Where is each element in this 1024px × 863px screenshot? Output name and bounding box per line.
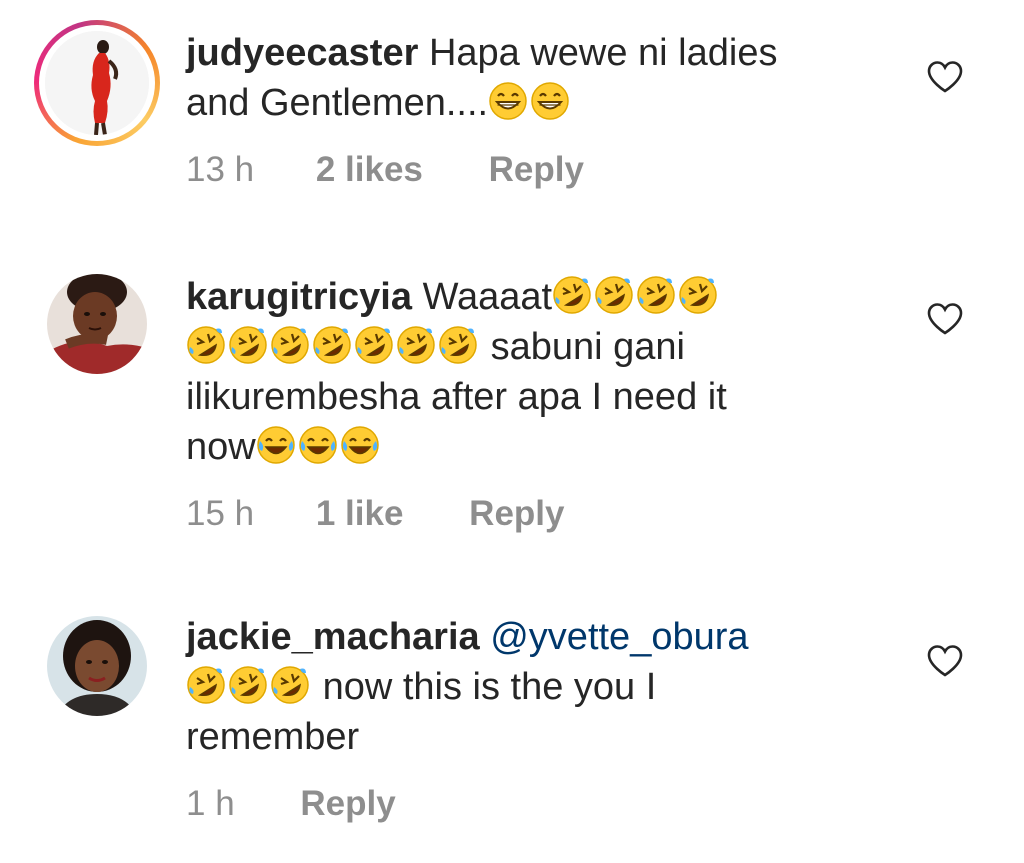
comment-time: 15 h (186, 494, 255, 533)
comment-body: and Gentlemen.... (186, 82, 489, 124)
rofl-emoji (228, 325, 268, 365)
rofl-emoji (678, 275, 718, 315)
comment-body: Hapa wewe ni ladies (428, 32, 778, 74)
comment-username[interactable]: judyeecaster (186, 32, 418, 74)
comment-body: now this is the you I (322, 666, 657, 708)
comment-body: sabuni gani (490, 326, 685, 368)
comment-item: karugitricyia Waaaat sabuni gani ilikure… (0, 260, 1024, 560)
avatar[interactable] (47, 616, 147, 716)
comment-likes[interactable]: 2 likes (316, 150, 423, 190)
avatar-photo-woman (47, 274, 147, 374)
rofl-emoji (594, 275, 634, 315)
grinning-squint-emoji (530, 81, 570, 121)
comment-username[interactable]: jackie_macharia (186, 616, 480, 658)
tears-of-joy-emoji (298, 425, 338, 465)
comment-text: karugitricyia Waaaat sabuni gani ilikure… (186, 272, 886, 472)
comment-meta: 13 h 2 likes Reply (186, 150, 584, 190)
heart-outline-icon[interactable] (926, 60, 964, 94)
avatar (45, 31, 149, 135)
avatar-story-ring[interactable] (34, 20, 160, 146)
comment-body: remember (186, 716, 360, 758)
grinning-squint-emoji (488, 81, 528, 121)
reply-button[interactable]: Reply (489, 150, 584, 190)
rofl-emoji (270, 665, 310, 705)
comment-time: 13 h (186, 150, 255, 189)
comment-likes[interactable]: 1 like (316, 494, 404, 534)
tears-of-joy-emoji (340, 425, 380, 465)
rofl-emoji (270, 325, 310, 365)
rofl-emoji (636, 275, 676, 315)
comment-body: ilikurembesha after apa I need it (186, 376, 727, 418)
avatar[interactable] (47, 274, 147, 374)
comment-text: judyeecaster Hapa wewe ni ladies and Gen… (186, 28, 886, 128)
comment-body: now (186, 426, 256, 468)
rofl-emoji (228, 665, 268, 705)
comment-meta: 15 h 1 like Reply (186, 494, 564, 534)
comment-text: jackie_macharia @yvette_obura now this i… (186, 612, 886, 762)
rofl-emoji (354, 325, 394, 365)
comment-username[interactable]: karugitricyia (186, 276, 412, 318)
comment-time: 1 h (186, 784, 235, 823)
tears-of-joy-emoji (256, 425, 296, 465)
rofl-emoji (186, 665, 226, 705)
comment-item: jackie_macharia @yvette_obura now this i… (0, 600, 1024, 850)
comment-meta: 1 h Reply (186, 784, 396, 824)
rofl-emoji (438, 325, 478, 365)
rofl-emoji (186, 325, 226, 365)
rofl-emoji (312, 325, 352, 365)
comment-item: judyeecaster Hapa wewe ni ladies and Gen… (0, 0, 1024, 220)
comment-body: Waaaat (422, 276, 553, 318)
rofl-emoji (552, 275, 592, 315)
rofl-emoji (396, 325, 436, 365)
avatar-photo-woman (47, 616, 147, 716)
heart-outline-icon[interactable] (926, 644, 964, 678)
reply-button[interactable]: Reply (469, 494, 564, 534)
mention-link[interactable]: @yvette_obura (490, 616, 748, 658)
reply-button[interactable]: Reply (300, 784, 395, 824)
heart-outline-icon[interactable] (926, 302, 964, 336)
comments-list: judyeecaster Hapa wewe ni ladies and Gen… (0, 0, 1024, 863)
avatar-photo-woman-red-dress (45, 31, 149, 135)
